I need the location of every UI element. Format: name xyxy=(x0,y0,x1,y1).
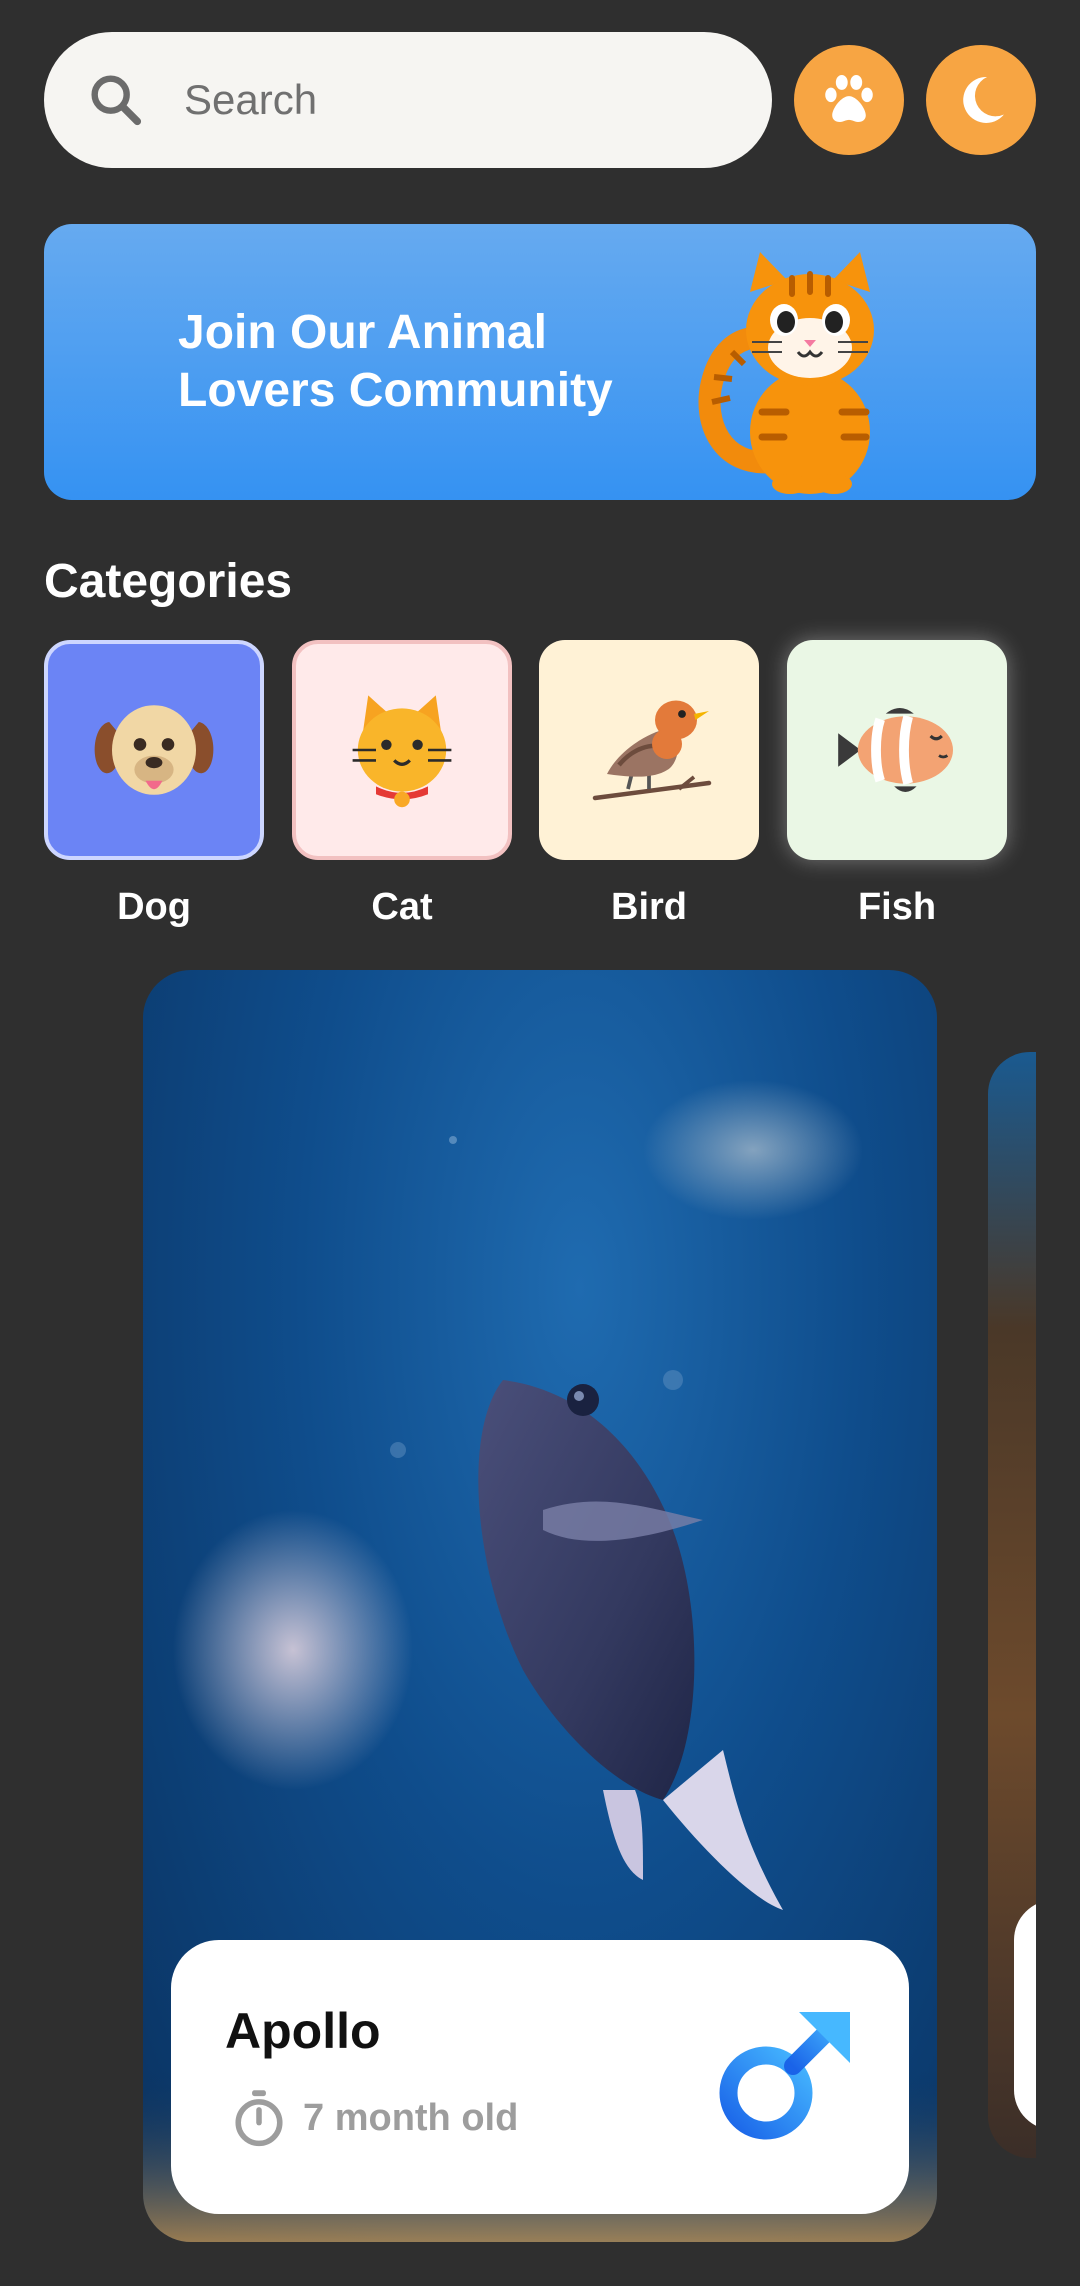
pet-age-row: 7 month old xyxy=(231,2088,518,2148)
moon-icon xyxy=(963,77,1004,123)
banner-title-line-2: Lovers Community xyxy=(178,364,613,417)
category-label-fish: Fish xyxy=(857,886,937,928)
category-tile-cat[interactable] xyxy=(292,640,512,860)
category-tile-bird[interactable] xyxy=(539,640,759,860)
pet-age: 7 month old xyxy=(303,2096,519,2139)
banner-title-line-1: Join Our Animal xyxy=(178,306,547,359)
banner-title: Join Our Animal Lovers Community xyxy=(178,304,638,420)
cat-icon xyxy=(352,695,452,808)
cat-illustration-icon xyxy=(698,252,874,494)
category-bird[interactable]: Bird xyxy=(539,640,759,929)
pet-card[interactable]: Apollo 7 month old xyxy=(143,970,937,2242)
search-icon xyxy=(91,75,142,126)
search-bar[interactable] xyxy=(44,32,772,168)
pet-info-panel: Apollo 7 month old xyxy=(171,1940,909,2214)
community-banner[interactable]: Join Our Animal Lovers Community xyxy=(44,224,1036,500)
category-cat[interactable]: Cat xyxy=(292,640,512,929)
dog-icon xyxy=(94,705,214,795)
search-input[interactable] xyxy=(182,75,702,125)
category-tile-dog[interactable] xyxy=(44,640,264,860)
category-label-dog: Dog xyxy=(117,886,191,928)
category-dog[interactable]: Dog xyxy=(44,640,264,929)
male-icon xyxy=(719,2012,850,2140)
bird-icon xyxy=(592,700,712,801)
theme-toggle-button[interactable] xyxy=(926,45,1036,155)
category-label-cat: Cat xyxy=(371,886,433,928)
stopwatch-icon xyxy=(235,2090,283,2147)
category-fish[interactable]: Fish xyxy=(787,640,1007,929)
pet-name: Apollo xyxy=(225,2003,381,2059)
fish-icon xyxy=(838,708,953,792)
category-tile-fish[interactable] xyxy=(787,640,1007,860)
category-label-bird: Bird xyxy=(611,886,687,928)
next-pet-card[interactable] xyxy=(988,1052,1036,2158)
paw-icon xyxy=(825,74,873,122)
categories-title: Categories xyxy=(44,555,293,608)
next-pet-info-panel xyxy=(1014,1900,1036,2130)
paw-button[interactable] xyxy=(794,45,904,155)
